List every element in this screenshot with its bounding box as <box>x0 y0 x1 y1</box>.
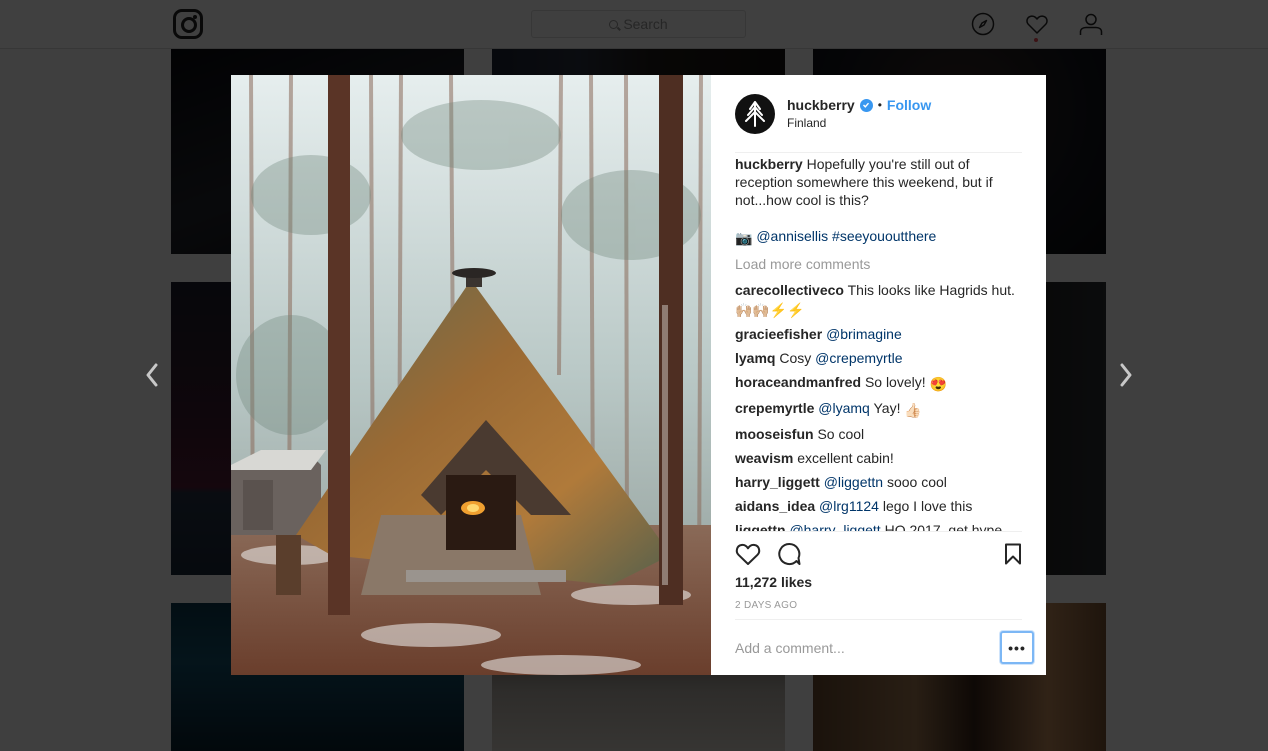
caption-username[interactable]: huckberry <box>735 156 803 172</box>
comment-mention-link[interactable]: @lrg1124 <box>819 498 879 514</box>
comment-text: excellent cabin! <box>797 450 894 466</box>
comment-mention-link[interactable]: @crepemyrtle <box>815 350 902 366</box>
chevron-left-icon <box>146 363 158 387</box>
comment-mention-link[interactable]: @lyamq <box>818 400 870 416</box>
comment-item: carecollectiveco This looks like Hagrids… <box>735 281 1022 319</box>
comment-mention-link[interactable]: @liggettn <box>824 474 883 490</box>
comment-item: gracieefisher @brimagine <box>735 325 1022 343</box>
heart-eyes-emoji: 😍 <box>929 376 947 392</box>
comment-username[interactable]: horaceandmanfred <box>735 374 861 390</box>
comment-item: liggettn @harry_liggett HQ 2017, get hyp… <box>735 521 1022 531</box>
comments-list[interactable]: huckberry Hopefully you're still out of … <box>735 155 1022 531</box>
raised-hands-lightning-emoji: 🙌🏼🙌🏼⚡⚡ <box>735 302 805 318</box>
follow-button[interactable]: Follow <box>887 97 931 113</box>
previous-post-button[interactable] <box>142 360 162 390</box>
comment-username[interactable]: liggettn <box>735 522 786 531</box>
post-photo[interactable] <box>231 75 711 675</box>
like-heart-icon[interactable] <box>735 542 761 566</box>
like-count[interactable]: 11,272 likes <box>735 574 1022 590</box>
comment-text: This looks like Hagrids hut. <box>847 282 1015 298</box>
comment-username[interactable]: mooseisfun <box>735 426 814 442</box>
thumbs-up-emoji: 👍🏻 <box>904 402 922 418</box>
comment-bubble-icon[interactable] <box>777 542 801 566</box>
bookmark-save-icon[interactable] <box>1004 543 1022 565</box>
post-author-username[interactable]: huckberry <box>787 97 855 113</box>
post-details-panel: huckberry • Follow Finland huckberry Hop… <box>711 75 1046 675</box>
comment-text: lego I love this <box>882 498 973 514</box>
add-comment-section: ••• <box>735 619 1034 675</box>
add-comment-input[interactable] <box>735 639 1000 656</box>
post-header: huckberry • Follow Finland <box>735 75 1022 153</box>
comment-username[interactable]: aidans_idea <box>735 498 815 514</box>
comment-item: mooseisfun So cool <box>735 425 1022 443</box>
post-modal: huckberry • Follow Finland huckberry Hop… <box>231 75 1046 675</box>
avatar[interactable] <box>735 93 775 134</box>
more-options-button[interactable]: ••• <box>1000 631 1034 664</box>
caption-tags: 📷 @annisellis #seeyououtthere <box>735 227 1022 247</box>
more-options-icon: ••• <box>1008 639 1026 656</box>
next-post-button[interactable] <box>1116 360 1136 390</box>
post-actions: 11,272 likes 2 DAYS AGO <box>735 531 1022 621</box>
cabin-forest-photo <box>231 75 711 675</box>
comment-item: lyamq Cosy @crepemyrtle <box>735 349 1022 367</box>
comment-text: Cosy <box>779 350 812 366</box>
verified-badge-icon <box>859 98 873 112</box>
comment-text: Yay! <box>873 400 901 416</box>
comment-mention-link[interactable]: @brimagine <box>826 326 902 342</box>
post-location[interactable]: Finland <box>787 116 931 130</box>
load-more-comments-button[interactable]: Load more comments <box>735 255 1022 273</box>
post-timestamp: 2 DAYS AGO <box>735 600 798 611</box>
comment-text: sooo cool <box>886 474 947 490</box>
comment-text: So lovely! <box>864 374 926 390</box>
comment-username[interactable]: harry_liggett <box>735 474 820 490</box>
camera-icon: 📷 <box>735 230 753 246</box>
comment-item: horaceandmanfred So lovely! 😍 <box>735 373 1022 393</box>
comment-item: crepemyrtle @lyamq Yay! 👍🏻 <box>735 399 1022 419</box>
separator-dot: • <box>877 98 882 112</box>
comment-item: aidans_idea @lrg1124 lego I love this <box>735 497 1022 515</box>
comment-username[interactable]: lyamq <box>735 350 775 366</box>
caption-hashtag-link[interactable]: #seeyououtthere <box>832 228 936 244</box>
tree-logo-icon <box>745 100 765 127</box>
post-caption: huckberry Hopefully you're still out of … <box>735 155 1022 209</box>
caption-mention-link[interactable]: @annisellis <box>756 228 828 244</box>
comment-username[interactable]: crepemyrtle <box>735 400 814 416</box>
comment-item: harry_liggett @liggettn sooo cool <box>735 473 1022 491</box>
comment-username[interactable]: gracieefisher <box>735 326 822 342</box>
comment-text: HQ 2017, get hype <box>884 522 1003 531</box>
comment-username[interactable]: weavism <box>735 450 793 466</box>
comment-text: So cool <box>817 426 865 442</box>
chevron-right-icon <box>1120 363 1132 387</box>
comment-username[interactable]: carecollectiveco <box>735 282 844 298</box>
comment-item: weavism excellent cabin! <box>735 449 1022 467</box>
comment-mention-link[interactable]: @harry_liggett <box>789 522 880 531</box>
